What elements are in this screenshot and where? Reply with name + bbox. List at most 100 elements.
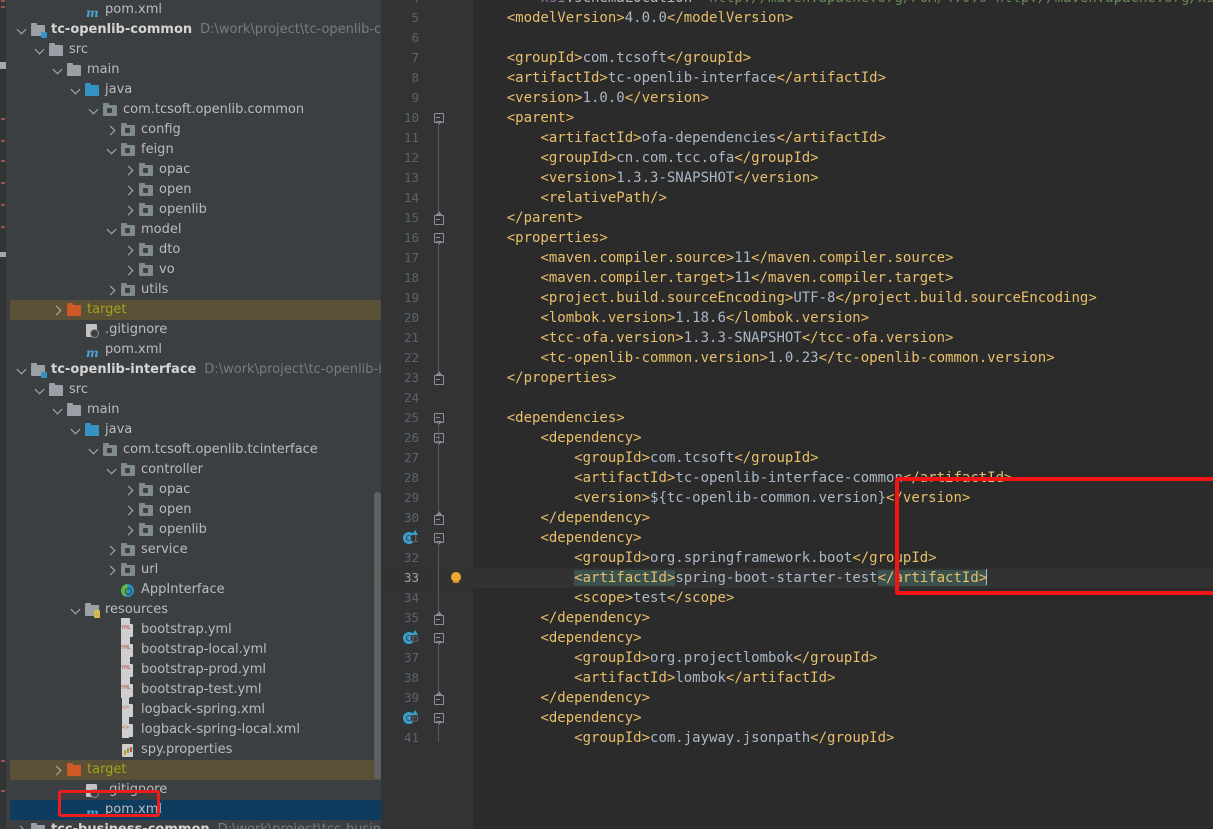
editor-line-26[interactable]: 26 <dependency>: [381, 428, 1213, 448]
editor-line-38[interactable]: 38 <artifactId>lombok</artifactId>: [381, 668, 1213, 688]
tree-item-model[interactable]: model: [10, 220, 381, 240]
tree-item-vo[interactable]: vo: [10, 260, 381, 280]
tree-item-target[interactable]: target: [10, 760, 381, 780]
fold-collapse-icon[interactable]: [433, 611, 444, 625]
tree-item-controller[interactable]: controller: [10, 460, 381, 480]
tree-item-bootstrap-yml[interactable]: bootstrap.yml: [10, 618, 381, 640]
tree-item-pom-xml[interactable]: m pom.xml: [10, 800, 381, 820]
tree-item-src[interactable]: src: [10, 40, 381, 60]
tree-item-openlib[interactable]: openlib: [10, 200, 381, 220]
editor-line-29[interactable]: 29 <version>${tc-openlib-common.version}…: [381, 488, 1213, 508]
editor-line-28[interactable]: 28 <artifactId>tc-openlib-interface-comm…: [381, 468, 1213, 488]
error-stripe-thumb[interactable]: [0, 62, 6, 69]
tree-item-tcc-business-common[interactable]: tcc-business-common D:\work\project\tcc-b…: [10, 820, 381, 829]
chevron-right-icon[interactable]: [124, 525, 135, 536]
code-text[interactable]: <artifactId>ofa-dependencies</artifactId…: [473, 128, 886, 148]
editor-line-41[interactable]: 41 <groupId>com.jayway.jsonpath</groupId…: [381, 728, 1213, 748]
project-tree[interactable]: m pom.xml tc-openlib-common D:\work\project…: [10, 0, 381, 829]
editor-line-40[interactable]: 40 <dependency>: [381, 708, 1213, 728]
chevron-right-icon[interactable]: [106, 545, 117, 556]
editor-line-13[interactable]: 13 <version>1.3.3-SNAPSHOT</version>: [381, 168, 1213, 188]
editor-line-7[interactable]: 7 <groupId>com.tcsoft</groupId>: [381, 48, 1213, 68]
chevron-right-icon[interactable]: [106, 125, 117, 136]
tree-item-appinterface[interactable]: AppInterface: [10, 580, 381, 600]
editor-line-22[interactable]: 22 <tc-openlib-common.version>1.0.23</tc…: [381, 348, 1213, 368]
project-tool-window[interactable]: m pom.xml tc-openlib-common D:\work\project…: [10, 0, 381, 829]
code-text[interactable]: <version>${tc-openlib-common.version}</v…: [473, 488, 970, 508]
code-text[interactable]: <properties>: [473, 228, 608, 248]
tree-item-config[interactable]: config: [10, 120, 381, 140]
chevron-right-icon[interactable]: [124, 245, 135, 256]
tree-item-utils[interactable]: utils: [10, 280, 381, 300]
tree-item-target[interactable]: target: [10, 300, 381, 320]
editor-line-15[interactable]: 15 </parent>: [381, 208, 1213, 228]
editor-line-6[interactable]: 6: [381, 28, 1213, 48]
code-text[interactable]: <dependencies>: [473, 408, 625, 428]
code-text[interactable]: <artifactId>lombok</artifactId>: [473, 668, 835, 688]
tree-item-bootstrap-test-yml[interactable]: bootstrap-test.yml: [10, 678, 381, 700]
code-text[interactable]: <version>1.0.0</version>: [473, 88, 709, 108]
tree-item-openlib[interactable]: openlib: [10, 520, 381, 540]
tree-item--gitignore[interactable]: .gitignore: [10, 780, 381, 800]
code-text[interactable]: <parent>: [473, 108, 574, 128]
chevron-down-icon[interactable]: [106, 145, 117, 156]
adjacent-editor-error-stripe[interactable]: [0, 0, 10, 829]
code-text[interactable]: <dependency>: [473, 708, 641, 728]
chevron-down-icon[interactable]: [52, 405, 63, 416]
chevron-down-icon[interactable]: [16, 365, 27, 376]
code-text[interactable]: <groupId>com.jayway.jsonpath</groupId>: [473, 728, 894, 748]
intention-bulb-icon[interactable]: [449, 571, 463, 585]
code-text[interactable]: <maven.compiler.source>11</maven.compile…: [473, 248, 953, 268]
code-text[interactable]: <dependency>: [473, 628, 641, 648]
editor-line-12[interactable]: 12 <groupId>cn.com.tcc.ofa</groupId>: [381, 148, 1213, 168]
chevron-down-icon[interactable]: [106, 225, 117, 236]
editor-line-34[interactable]: 34 <scope>test</scope>: [381, 588, 1213, 608]
tree-item-com-tcsoft-openlib-tcinterface[interactable]: com.tcsoft.openlib.tcinterface: [10, 440, 381, 460]
editor-line-9[interactable]: 9 <version>1.0.0</version>: [381, 88, 1213, 108]
editor-line-30[interactable]: 30 </dependency>: [381, 508, 1213, 528]
code-text[interactable]: </dependency>: [473, 508, 650, 528]
editor-line-4[interactable]: 4 xsi:schemaLocation="http://maven.apach…: [381, 0, 1213, 8]
tree-item-tc-openlib-common[interactable]: tc-openlib-common D:\work\project\tc-open…: [10, 20, 381, 40]
chevron-right-icon[interactable]: [124, 505, 135, 516]
editor-line-24[interactable]: 24: [381, 388, 1213, 408]
tree-item-pom-xml[interactable]: m pom.xml: [10, 340, 381, 360]
editor-line-36[interactable]: 36 <dependency>: [381, 628, 1213, 648]
editor-line-10[interactable]: 10 <parent>: [381, 108, 1213, 128]
fold-collapse-icon[interactable]: [433, 371, 444, 385]
tree-item-opac[interactable]: opac: [10, 480, 381, 500]
code-text[interactable]: <artifactId>tc-openlib-interface</artifa…: [473, 68, 886, 88]
editor-line-31[interactable]: 31 <dependency>: [381, 528, 1213, 548]
chevron-down-icon[interactable]: [70, 605, 81, 616]
editor-line-16[interactable]: 16 <properties>: [381, 228, 1213, 248]
code-text[interactable]: <project.build.sourceEncoding>UTF-8</pro…: [473, 288, 1096, 308]
code-text[interactable]: <dependency>: [473, 528, 641, 548]
error-stripe-track[interactable]: [0, 0, 6, 829]
code-text[interactable]: <artifactId>spring-boot-starter-test</ar…: [473, 568, 988, 588]
chevron-right-icon[interactable]: [16, 825, 27, 829]
code-text[interactable]: <artifactId>tc-openlib-interface-common<…: [473, 468, 1012, 488]
chevron-down-icon[interactable]: [52, 65, 63, 76]
chevron-down-icon[interactable]: [106, 465, 117, 476]
editor-line-17[interactable]: 17 <maven.compiler.source>11</maven.comp…: [381, 248, 1213, 268]
maven-dependency-update-icon[interactable]: [403, 630, 418, 645]
editor-line-23[interactable]: 23 </properties>: [381, 368, 1213, 388]
tree-item-service[interactable]: service: [10, 540, 381, 560]
chevron-right-icon[interactable]: [124, 265, 135, 276]
code-text[interactable]: <groupId>com.tcsoft</groupId>: [473, 48, 751, 68]
code-text[interactable]: <lombok.version>1.18.6</lombok.version>: [473, 308, 869, 328]
code-text[interactable]: </parent>: [473, 208, 583, 228]
tree-item-java[interactable]: java: [10, 80, 381, 100]
maven-dependency-update-icon[interactable]: [403, 530, 418, 545]
tree-item-opac[interactable]: opac: [10, 160, 381, 180]
editor-line-5[interactable]: 5 <modelVersion>4.0.0</modelVersion>: [381, 8, 1213, 28]
code-text[interactable]: xsi:schemaLocation="http://maven.apache.…: [473, 0, 1213, 8]
tree-item-main[interactable]: main: [10, 400, 381, 420]
code-text[interactable]: <relativePath/>: [473, 188, 666, 208]
code-text[interactable]: </dependency>: [473, 688, 650, 708]
tree-item-bootstrap-prod-yml[interactable]: bootstrap-prod.yml: [10, 658, 381, 680]
code-text[interactable]: <version>1.3.3-SNAPSHOT</version>: [473, 168, 818, 188]
chevron-down-icon[interactable]: [88, 105, 99, 116]
chevron-down-icon[interactable]: [16, 25, 27, 36]
tree-item-open[interactable]: open: [10, 500, 381, 520]
